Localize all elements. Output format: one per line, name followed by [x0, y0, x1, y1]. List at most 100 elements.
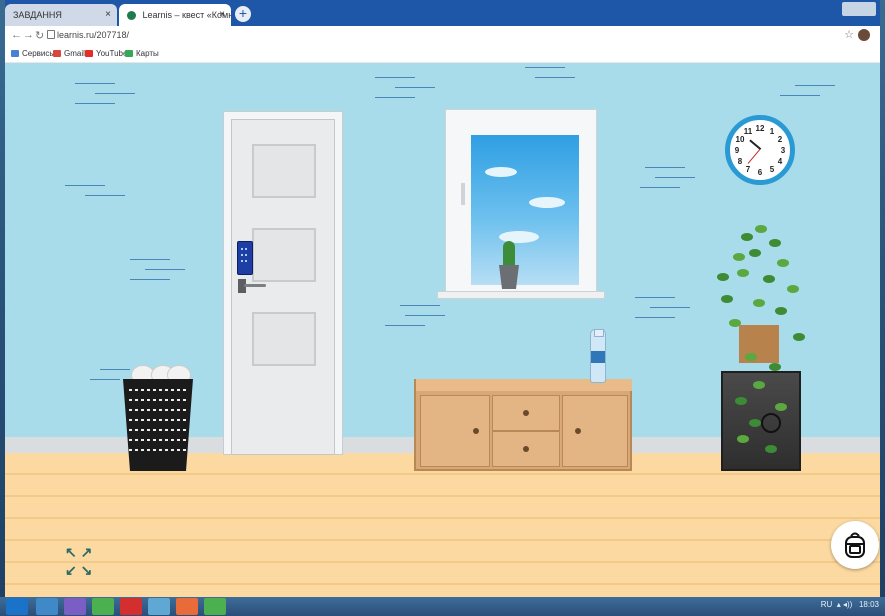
- clock-number: 12: [755, 124, 765, 133]
- safe-dial[interactable]: [761, 413, 781, 433]
- window-controls[interactable]: [842, 2, 876, 16]
- wall-brick: [635, 297, 675, 298]
- clock-number: 2: [777, 135, 783, 144]
- clock-number: 11: [743, 127, 753, 136]
- clock-number: 5: [769, 165, 775, 174]
- opera-icon[interactable]: [120, 598, 142, 615]
- door-panel: [252, 228, 316, 282]
- leaf: [749, 249, 761, 257]
- bookmarks-bar: Сервисы Gmail YouTube Карты: [5, 46, 880, 63]
- leaf: [737, 435, 749, 443]
- system-tray[interactable]: RU ▴ ◂)) 18:03: [821, 600, 879, 609]
- basket-slat: [129, 419, 187, 421]
- wall-brick: [375, 97, 415, 98]
- wall-brick: [375, 77, 415, 78]
- cabinet: [414, 379, 632, 471]
- clock-time[interactable]: 18:03: [859, 600, 879, 609]
- clock-number: 6: [757, 168, 763, 177]
- bookmark-maps[interactable]: Карты: [125, 49, 159, 58]
- forward-icon[interactable]: →: [23, 29, 34, 41]
- door-handle[interactable]: [244, 284, 266, 287]
- bottle-cap: [594, 329, 604, 337]
- cabinet-knob: [473, 428, 479, 434]
- inventory-button[interactable]: [831, 521, 879, 569]
- leaf: [763, 275, 775, 283]
- learnis-favicon-icon: [127, 11, 136, 21]
- cabinet-left-door[interactable]: [420, 395, 490, 467]
- bookmark-youtube[interactable]: YouTube: [85, 49, 127, 58]
- wall-brick: [75, 103, 115, 104]
- cloud: [485, 167, 517, 177]
- lock-icon[interactable]: [47, 30, 55, 39]
- explorer-icon[interactable]: [36, 598, 58, 615]
- wall-brick: [635, 317, 675, 318]
- clock-hour-hand: [749, 139, 762, 150]
- cactus[interactable]: [503, 241, 515, 267]
- waste-basket[interactable]: [123, 379, 193, 471]
- keypad-key: [241, 260, 243, 262]
- wall-brick: [795, 85, 835, 86]
- wall-brick: [100, 369, 130, 370]
- cactus-pot[interactable]: [499, 265, 519, 289]
- tab-bar: ЗАВДАННЯ × Learnis – квест «Комната с ок…: [5, 0, 880, 26]
- url-field[interactable]: learnis.ru/207718/: [57, 30, 129, 40]
- door[interactable]: [231, 119, 335, 455]
- window-glass[interactable]: [471, 135, 579, 285]
- leaf: [755, 225, 767, 233]
- wall-brick: [65, 185, 105, 186]
- leaf: [775, 403, 787, 411]
- chrome-active-icon[interactable]: [204, 598, 226, 615]
- cloud: [529, 197, 565, 208]
- youtube-icon: [85, 50, 93, 58]
- files-icon[interactable]: [148, 598, 170, 615]
- language-indicator[interactable]: RU: [821, 600, 833, 609]
- close-tab-icon[interactable]: ×: [105, 4, 111, 26]
- powerpoint-icon[interactable]: [176, 598, 198, 615]
- leaf: [769, 363, 781, 371]
- wall-brick: [95, 93, 135, 94]
- drawer-knob: [523, 446, 529, 452]
- fullscreen-toggle-icon[interactable]: ↖ ↗ ↙ ↘: [65, 543, 99, 583]
- leaf: [717, 273, 729, 281]
- chrome-icon[interactable]: [92, 598, 114, 615]
- bookmark-gmail[interactable]: Gmail: [53, 49, 85, 58]
- game-scene: 12 1 2 3 4 5 6 7 8 9 10 11 ↖ ↗ ↙ ↘: [5, 63, 880, 597]
- clock-number: 7: [745, 165, 751, 174]
- basket-slat: [129, 429, 187, 431]
- keypad-key: [241, 254, 243, 256]
- wall-brick: [400, 305, 440, 306]
- leaf: [753, 381, 765, 389]
- tab-learnis[interactable]: Learnis – квест «Комната с окно ×: [119, 4, 231, 26]
- wall-brick: [405, 315, 445, 316]
- close-tab-icon[interactable]: ×: [219, 4, 225, 26]
- profile-avatar[interactable]: [858, 29, 870, 41]
- backpack-icon: [845, 532, 865, 558]
- wall-brick: [75, 83, 115, 84]
- start-icon[interactable]: [6, 598, 28, 615]
- wall-brick: [85, 195, 125, 196]
- cabinet-top-drawer[interactable]: [492, 395, 560, 431]
- viber-icon[interactable]: [64, 598, 86, 615]
- apps-icon: [11, 50, 19, 58]
- window-latch[interactable]: [461, 183, 465, 205]
- clock-number: 9: [734, 146, 740, 155]
- wall-brick: [535, 77, 575, 78]
- clock-number: 3: [780, 146, 786, 155]
- leaf: [729, 319, 741, 327]
- leaf: [733, 253, 745, 261]
- bookmark-star-icon[interactable]: ☆: [844, 28, 854, 41]
- drawer-knob: [523, 410, 529, 416]
- basket-slat: [129, 389, 187, 391]
- cabinet-bottom-drawer[interactable]: [492, 431, 560, 467]
- reload-icon[interactable]: ↻: [35, 29, 44, 42]
- leaf: [765, 445, 777, 453]
- new-tab-button[interactable]: +: [235, 6, 251, 22]
- door-keypad[interactable]: [237, 241, 253, 275]
- back-icon[interactable]: ←: [11, 29, 22, 41]
- bookmark-services[interactable]: Сервисы: [11, 49, 55, 58]
- floor: [5, 453, 880, 597]
- tab-zavdannya[interactable]: ЗАВДАННЯ ×: [5, 4, 117, 26]
- cabinet-right-door[interactable]: [562, 395, 628, 467]
- leaf: [769, 239, 781, 247]
- wall-clock[interactable]: 12 1 2 3 4 5 6 7 8 9 10 11: [725, 115, 795, 185]
